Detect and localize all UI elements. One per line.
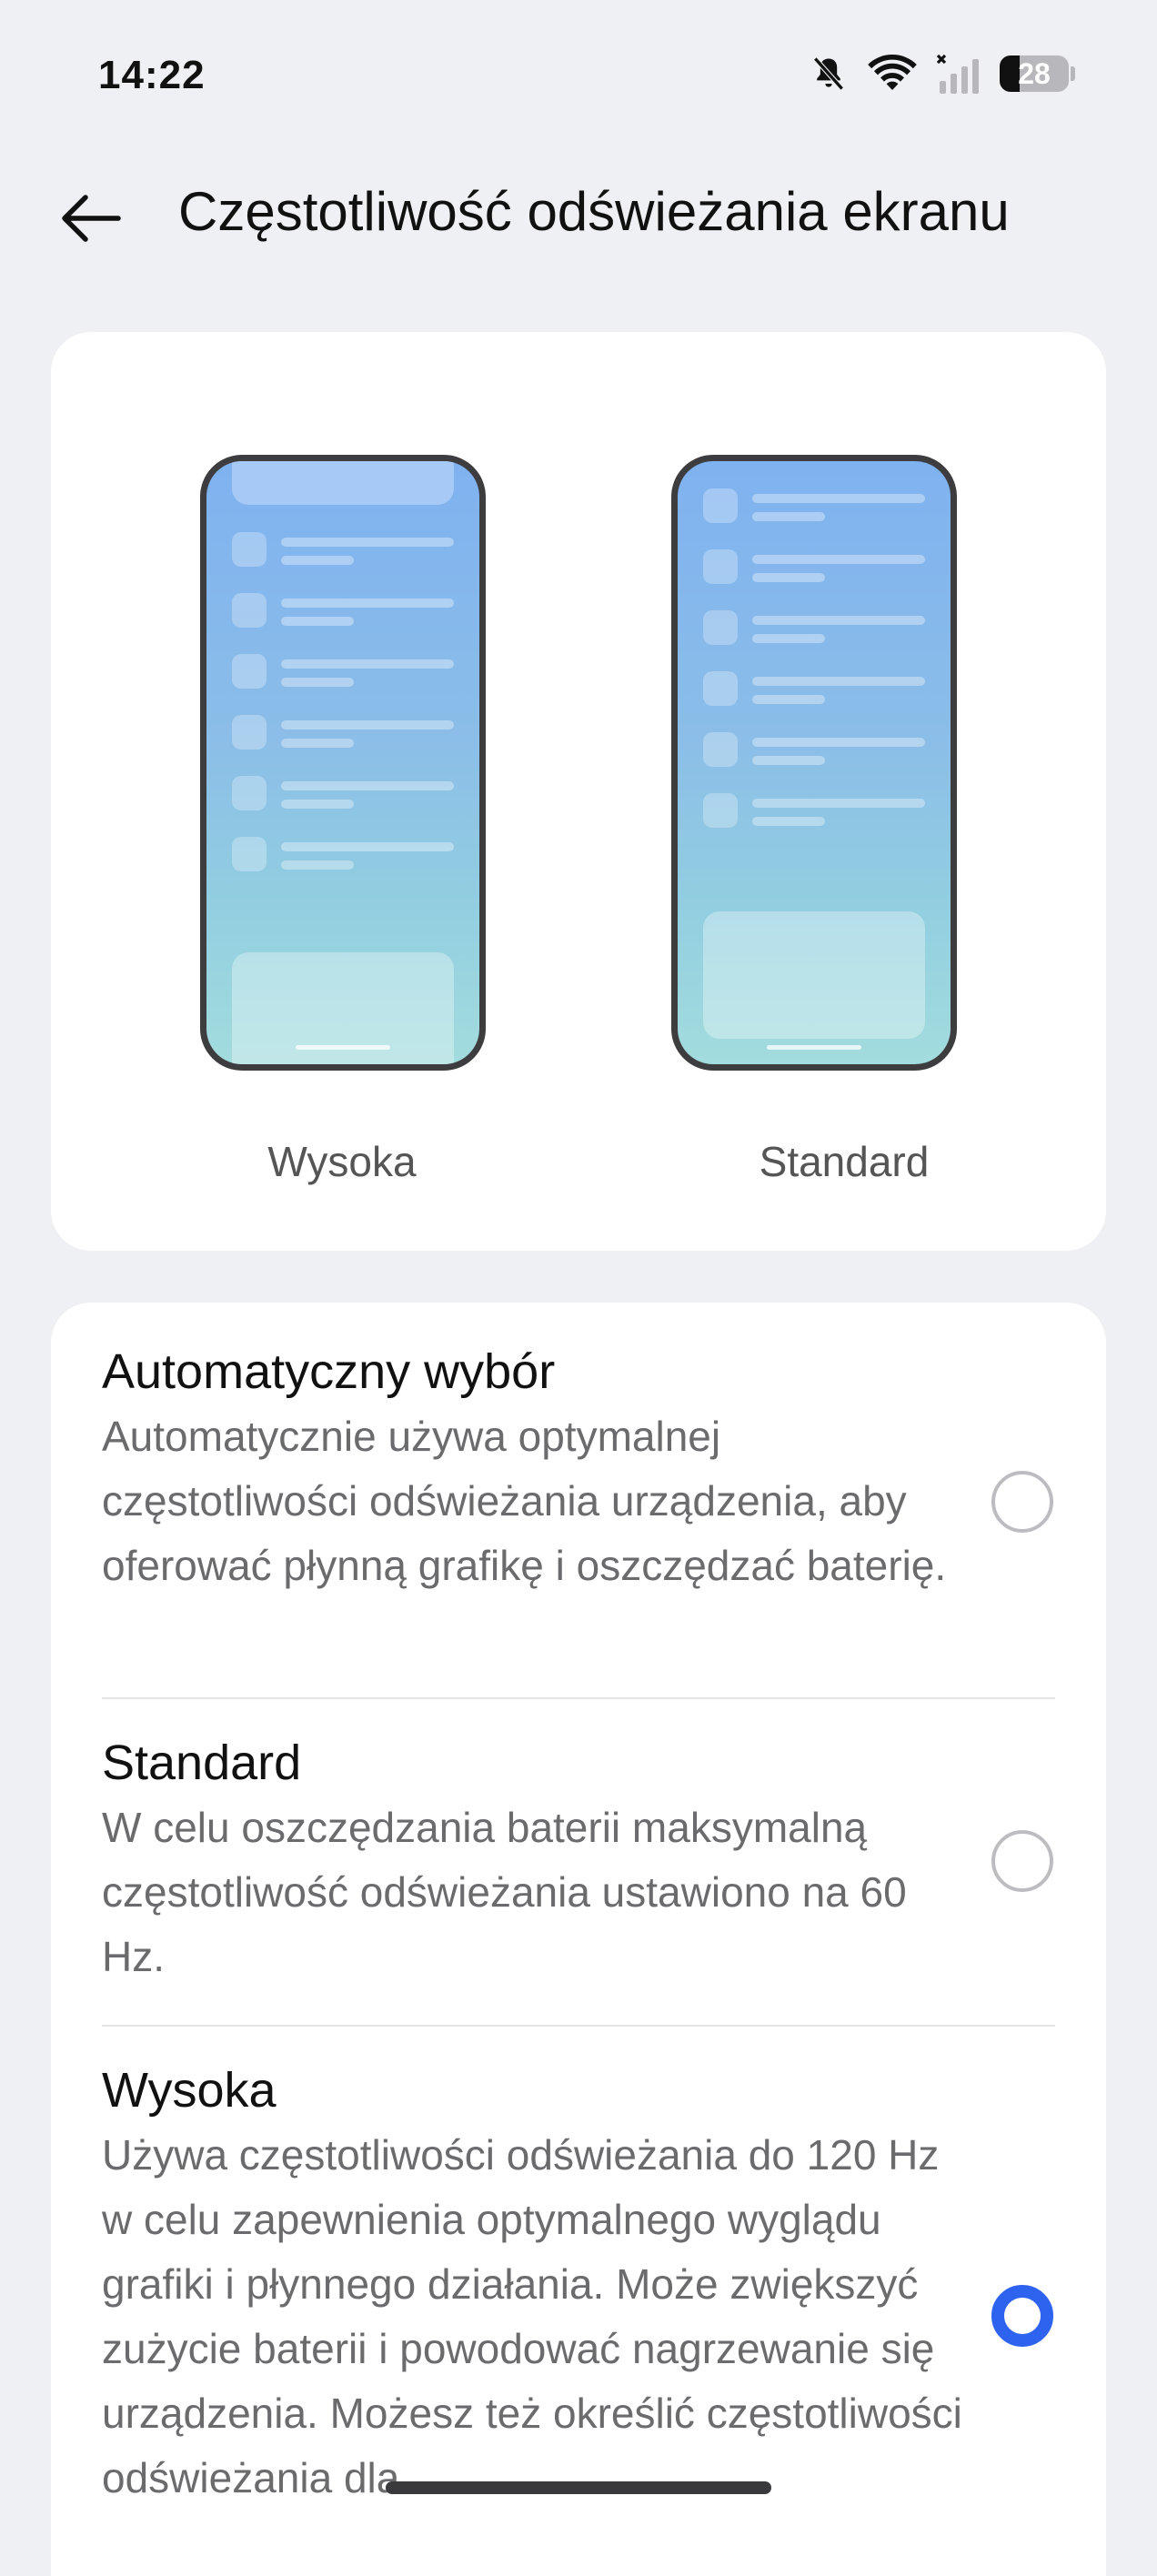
- status-bar: 14:22 28: [0, 0, 1157, 136]
- back-button[interactable]: [45, 173, 136, 264]
- divider: [102, 2025, 1055, 2027]
- radio-high-selected[interactable]: [991, 2285, 1053, 2347]
- option-description: Automatycznie używa optymalnej częstotli…: [102, 1413, 947, 1589]
- app-bar: Częstotliwość odświeżania ekranu: [0, 155, 1157, 273]
- option-title: Automatyczny wybór: [102, 1344, 556, 1399]
- radio-standard[interactable]: [991, 1830, 1053, 1892]
- wifi-icon: [867, 54, 918, 94]
- option-title: Wysoka: [102, 2063, 277, 2118]
- option-standard[interactable]: Standard W celu oszczędzania baterii mak…: [102, 1734, 1106, 1989]
- signal-icon: [936, 54, 981, 94]
- preview-card: Wysoka Standard: [51, 332, 1106, 1251]
- phone-preview-high: [200, 455, 486, 1071]
- page-title: Częstotliwość odświeżania ekranu: [178, 181, 1010, 242]
- gesture-navigation-bar[interactable]: [386, 2481, 771, 2494]
- options-card: Automatyczny wybór Automatycznie używa o…: [51, 1303, 1106, 2576]
- option-title: Standard: [102, 1736, 302, 1790]
- battery-icon: 28: [1000, 55, 1069, 92]
- status-time: 14:22: [98, 53, 206, 97]
- battery-tip: [1071, 66, 1075, 81]
- preview-label-high: Wysoka: [267, 1138, 417, 1185]
- preview-label-standard: Standard: [759, 1138, 930, 1185]
- option-high[interactable]: Wysoka Używa częstotliwości odświeżania …: [102, 2061, 1106, 2511]
- battery-level: 28: [1018, 56, 1051, 90]
- bell-muted-icon: [809, 54, 849, 94]
- arrow-left-icon: [62, 195, 121, 242]
- option-auto[interactable]: Automatyczny wybór Automatycznie używa o…: [102, 1343, 1106, 1598]
- phone-preview-standard: [671, 455, 957, 1071]
- divider: [102, 1697, 1055, 1699]
- option-description: Używa częstotliwości odświeżania do 120 …: [102, 2131, 962, 2501]
- status-icons: 28: [809, 51, 1075, 96]
- option-description: W celu oszczędzania baterii maksymalną c…: [102, 1804, 907, 1980]
- radio-auto[interactable]: [991, 1471, 1053, 1533]
